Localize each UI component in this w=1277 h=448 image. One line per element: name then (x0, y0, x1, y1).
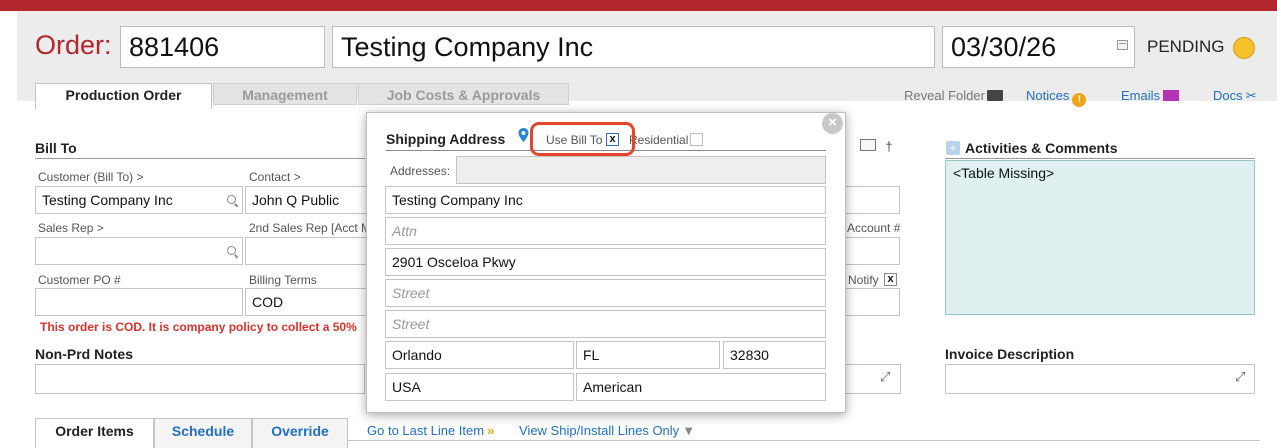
mail-icon (1163, 90, 1180, 101)
account-label: Account # (847, 221, 901, 235)
residential-checkbox[interactable] (690, 133, 703, 146)
expand-icon[interactable]: ⤢ (1235, 369, 1245, 385)
pushpin-icon[interactable]: † (885, 139, 892, 154)
tab-order-items[interactable]: Order Items (35, 418, 154, 448)
status-text: PENDING (1147, 37, 1225, 56)
order-date-field[interactable]: 03/30/26 (942, 26, 1135, 68)
company-name-field[interactable]: Testing Company Inc (332, 26, 935, 68)
residential-label[interactable]: Residential (629, 133, 688, 147)
use-bill-to-highlight (530, 122, 635, 156)
paperclip-icon: ✂ (1245, 88, 1257, 103)
order-number-field[interactable]: 881406 (120, 26, 325, 68)
ship-state-input[interactable]: FL (576, 341, 720, 369)
ship-street2-input[interactable]: Street (385, 279, 826, 307)
ship-carrier-input[interactable]: American (576, 373, 826, 401)
reveal-folder-link[interactable]: Reveal Folder (904, 88, 1003, 103)
order-label: Order: (35, 30, 112, 60)
tab-schedule[interactable]: Schedule (154, 418, 252, 448)
calendar-icon[interactable] (1117, 40, 1128, 50)
plus-icon[interactable]: + (946, 141, 960, 155)
emails-link[interactable]: Emails (1121, 88, 1180, 103)
notify-label: Notify (848, 273, 879, 287)
ship-country-input[interactable]: USA (385, 373, 574, 401)
cod-warning: This order is COD. It is company policy … (40, 320, 357, 334)
activities-content: <Table Missing> (953, 165, 1055, 181)
billing-terms-input[interactable]: COD (245, 288, 370, 316)
filter-icon: ▼ (682, 423, 696, 438)
customer-po-input[interactable] (35, 288, 243, 316)
bottom-divider (348, 440, 1260, 441)
docs-link[interactable]: Docs ✂ (1213, 88, 1257, 104)
tab-management[interactable]: Management (213, 83, 357, 105)
non-prd-notes-box-right[interactable] (845, 364, 901, 394)
second-sales-rep-label[interactable]: 2nd Sales Rep [Acct M (249, 221, 366, 235)
contact-input[interactable]: John Q Public (245, 186, 370, 214)
contact-label[interactable]: Contact > (249, 170, 301, 184)
note-icon[interactable] (860, 139, 876, 151)
shipping-address-title: Shipping Address (386, 131, 506, 147)
non-prd-notes-title: Non-Prd Notes (35, 346, 133, 362)
sales-rep-label[interactable]: Sales Rep > (38, 221, 104, 235)
activities-box[interactable]: <Table Missing> (945, 160, 1255, 315)
sales-rep-input[interactable] (35, 237, 243, 265)
customer-po-label: Customer PO # (38, 273, 121, 287)
view-ship-lines-link[interactable]: View Ship/Install Lines Only ▼ (519, 423, 695, 438)
bill-to-divider (35, 158, 365, 159)
addresses-select[interactable] (456, 156, 826, 184)
reveal-folder-label: Reveal Folder (904, 88, 985, 103)
notify-checkbox[interactable]: x (884, 273, 897, 286)
go-to-last-label: Go to Last Line Item (367, 423, 485, 438)
tab-production-order[interactable]: Production Order (35, 83, 212, 109)
non-prd-notes-box[interactable] (35, 364, 365, 394)
location-pin-icon[interactable] (518, 128, 529, 142)
customer-input[interactable]: Testing Company Inc (35, 186, 243, 214)
activities-divider (945, 158, 1255, 159)
status-dot-icon[interactable] (1233, 37, 1255, 59)
ship-attn-input[interactable]: Attn (385, 217, 826, 245)
go-to-last-line-link[interactable]: Go to Last Line Item» (367, 423, 494, 438)
notify-input[interactable] (845, 288, 900, 316)
activities-title: Activities & Comments (965, 140, 1118, 156)
ship-street3-input[interactable]: Street (385, 310, 826, 338)
invoice-description-title: Invoice Description (945, 346, 1075, 362)
search-icon[interactable] (227, 195, 236, 204)
tab-override[interactable]: Override (252, 418, 348, 448)
chevron-double-down-icon: » (487, 423, 495, 438)
addresses-label: Addresses: (390, 164, 451, 178)
folder-icon (986, 90, 1003, 101)
emails-label: Emails (1121, 88, 1161, 103)
side-tools: † (860, 139, 893, 154)
warning-icon: ! (1072, 93, 1087, 107)
ship-street1-input[interactable]: 2901 Osceloa Pkwy (385, 248, 826, 276)
right-input-1[interactable] (845, 186, 900, 214)
second-sales-rep-input[interactable] (245, 237, 370, 265)
ship-city-input[interactable]: Orlando (385, 341, 574, 369)
search-icon[interactable] (227, 246, 236, 255)
bill-to-title: Bill To (35, 140, 77, 156)
invoice-description-box[interactable] (945, 364, 1255, 394)
notices-label: Notices (1026, 88, 1070, 103)
docs-label: Docs (1213, 88, 1243, 103)
notices-link[interactable]: Notices! (1026, 88, 1087, 107)
ship-company-input[interactable]: Testing Company Inc (385, 186, 826, 214)
customer-label[interactable]: Customer (Bill To) > (38, 170, 143, 184)
expand-icon[interactable]: ⤢ (880, 369, 890, 385)
top-bar (0, 0, 1277, 11)
view-ship-label: View Ship/Install Lines Only (519, 423, 680, 438)
close-icon[interactable]: × (822, 113, 843, 134)
account-input[interactable] (845, 237, 900, 265)
tab-job-costs[interactable]: Job Costs & Approvals (358, 83, 569, 105)
billing-terms-label: Billing Terms (249, 273, 317, 287)
ship-zip-input[interactable]: 32830 (723, 341, 826, 369)
